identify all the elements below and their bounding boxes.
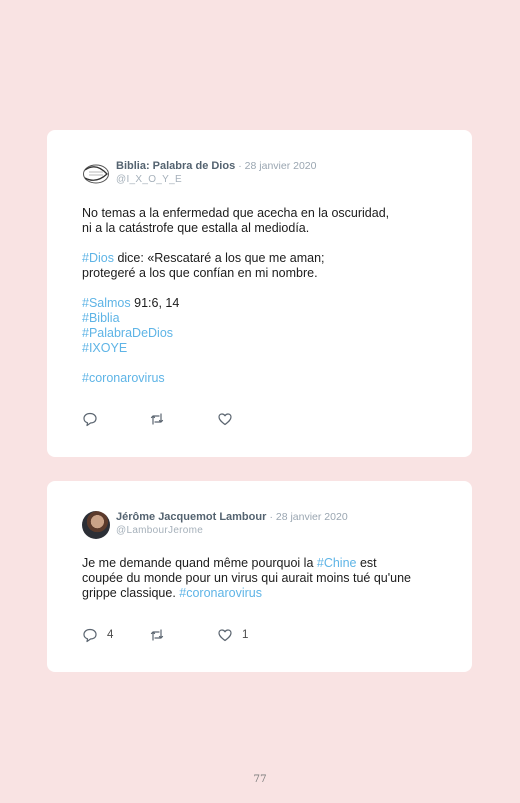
tweet-line: No temas a la enfermedad que acecha en l… — [82, 206, 442, 221]
tweet-date: · 28 janvier 2020 — [238, 160, 317, 172]
tweet-date: · 28 janvier 2020 — [269, 511, 348, 523]
reply-count: 4 — [107, 629, 114, 641]
tweet-line: #Salmos 91:6, 14 — [82, 296, 442, 311]
tweet-text-segment: protegeré a los que confían en mi nombre… — [82, 266, 318, 280]
tweet-line: grippe classique. #coronarovirus — [82, 586, 442, 601]
tweet-text-segment: 91:6, 14 — [130, 296, 180, 310]
tweet-header: Jérôme Jacquemot Lambour · 28 janvier 20… — [82, 509, 442, 539]
hashtag-link[interactable]: #coronarovirus — [179, 586, 262, 600]
author-name[interactable]: Jérôme Jacquemot Lambour — [116, 511, 266, 523]
reply-icon — [82, 627, 98, 643]
hashtag-link[interactable]: #coronarovirus — [82, 371, 165, 385]
tweet-text-segment: ni a la catástrofe que estalla al mediod… — [82, 221, 310, 235]
tweet-actions — [82, 411, 442, 431]
tweet-text-segment: est — [356, 556, 377, 570]
retweet-button[interactable] — [149, 627, 174, 643]
tweet-card: Biblia: Palabra de Dios · 28 janvier 202… — [47, 130, 472, 457]
tweet-line: protegeré a los que confían en mi nombre… — [82, 266, 442, 281]
reply-button[interactable] — [82, 411, 107, 427]
retweet-button[interactable] — [149, 411, 174, 427]
tweet-line: Je me demande quand même pourquoi la #Ch… — [82, 556, 442, 571]
hashtag-link[interactable]: #Dios — [82, 251, 114, 265]
tweet-header: Biblia: Palabra de Dios · 28 janvier 202… — [82, 158, 442, 188]
reply-button[interactable]: 4 — [82, 627, 113, 643]
tweet-text-segment: No temas a la enfermedad que acecha en l… — [82, 206, 390, 220]
like-button[interactable]: 1 — [217, 627, 248, 643]
tweet-text-segment: coupée du monde pour un virus qui aurait… — [82, 571, 411, 585]
hashtag-link[interactable]: #Chine — [317, 556, 357, 570]
tweet-line: ni a la catástrofe que estalla al mediod… — [82, 221, 442, 236]
tweet-line: #IXOYE — [82, 341, 442, 356]
hashtag-link[interactable]: #PalabraDeDios — [82, 326, 173, 340]
like-count: 1 — [242, 629, 249, 641]
tweet-text: No temas a la enfermedad que acecha en l… — [82, 206, 442, 386]
tweet-line — [82, 236, 442, 251]
page-number: 77 — [253, 773, 267, 785]
author-handle[interactable]: @LambourJerome — [116, 524, 348, 537]
like-button[interactable] — [217, 411, 242, 427]
heart-icon — [217, 627, 233, 643]
tweet-line: #coronarovirus — [82, 371, 442, 386]
tweet-line: #PalabraDeDios — [82, 326, 442, 341]
hashtag-link[interactable]: #IXOYE — [82, 341, 127, 355]
retweet-icon — [149, 627, 165, 643]
tweet-actions: 4 1 — [82, 627, 442, 647]
tweet-line: #Biblia — [82, 311, 442, 326]
tweet-text: Je me demande quand même pourquoi la #Ch… — [82, 556, 442, 601]
tweet-card: Jérôme Jacquemot Lambour · 28 janvier 20… — [47, 481, 472, 672]
author-name[interactable]: Biblia: Palabra de Dios — [116, 160, 235, 172]
reply-icon — [82, 411, 98, 427]
tweet-text-segment: dice: «Rescataré a los que me aman; — [113, 251, 325, 265]
retweet-icon — [149, 411, 165, 427]
author-handle[interactable]: @I_X_O_Y_E — [116, 173, 316, 186]
ichthys-fish-icon[interactable] — [82, 160, 110, 188]
hashtag-link[interactable]: #Salmos — [82, 296, 131, 310]
tweet-text-segment: grippe classique. — [82, 586, 180, 600]
tweet-line — [82, 356, 442, 371]
tweet-line: coupée du monde pour un virus qui aurait… — [82, 571, 442, 586]
tweet-line: #Dios dice: «Rescataré a los que me aman… — [82, 251, 442, 266]
avatar[interactable] — [82, 511, 110, 539]
tweet-line — [82, 281, 442, 296]
tweet-text-segment: Je me demande quand même pourquoi la — [82, 556, 317, 570]
heart-icon — [217, 411, 233, 427]
hashtag-link[interactable]: #Biblia — [82, 311, 120, 325]
